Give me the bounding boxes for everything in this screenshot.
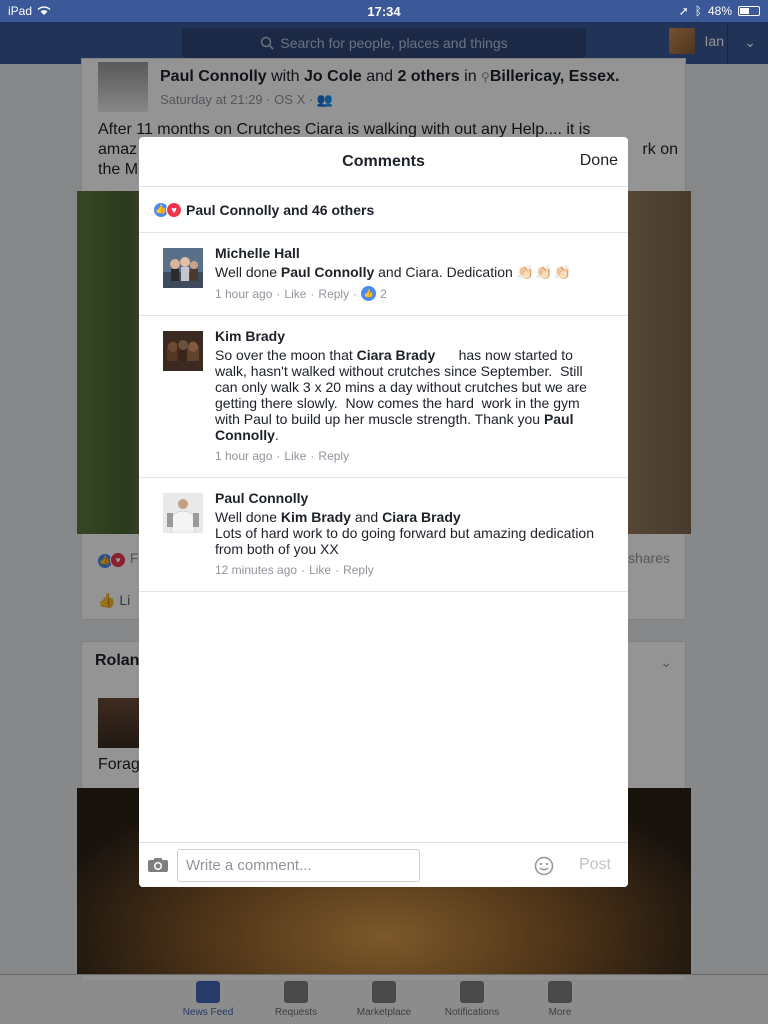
- comment-item: Paul Connolly Well done Kim Brady and Ci…: [139, 478, 628, 592]
- comment-meta: 1 hour ago · Like · Reply · 👍 2: [215, 286, 604, 301]
- avatar[interactable]: [163, 248, 203, 288]
- comment-time[interactable]: 12 minutes ago: [215, 563, 297, 577]
- meta-separator: ·: [310, 286, 315, 301]
- comment-like-button[interactable]: Like: [284, 449, 306, 463]
- mention[interactable]: Paul Connolly: [281, 264, 374, 280]
- location-arrow-icon: ➚: [678, 4, 689, 18]
- comment-like-count[interactable]: 2: [380, 287, 387, 301]
- mention[interactable]: Kim Brady: [281, 509, 351, 525]
- comment-reply-button[interactable]: Reply: [343, 563, 374, 577]
- comment-text: So over the moon that Ciara Brady has no…: [215, 347, 604, 443]
- comment-item: Michelle Hall Well done Paul Connolly an…: [139, 233, 628, 316]
- meta-separator: ·: [276, 449, 281, 463]
- bluetooth-icon: ᛒ: [694, 4, 702, 18]
- comment-author[interactable]: Kim Brady: [215, 328, 604, 344]
- reactions-summary-text: Paul Connolly and 46 others: [186, 201, 375, 218]
- mention[interactable]: Ciara Brady: [382, 509, 461, 525]
- avatar[interactable]: [163, 331, 203, 371]
- comments-modal: Comments Done 👍 ♥ Paul Connolly and 46 o…: [139, 137, 628, 887]
- comment-reply-button[interactable]: Reply: [318, 449, 349, 463]
- status-bar: iPad 17:34 ➚ ᛒ 48%: [0, 0, 768, 22]
- done-button[interactable]: Done: [580, 152, 618, 170]
- meta-separator: ·: [335, 563, 340, 577]
- comment-composer: Post: [139, 842, 628, 887]
- battery-icon: [738, 6, 760, 16]
- wifi-icon: [37, 6, 51, 15]
- device-label: iPad: [8, 4, 33, 18]
- post-button[interactable]: Post: [570, 856, 620, 874]
- smiley-icon[interactable]: [534, 856, 554, 876]
- reactions-summary[interactable]: 👍 ♥ Paul Connolly and 46 others: [139, 187, 628, 233]
- meta-separator: ·: [301, 563, 306, 577]
- comment-author[interactable]: Paul Connolly: [215, 490, 604, 506]
- clapping-hands-icon: 👏🏻👏🏻👏🏻: [516, 264, 572, 280]
- meta-separator: ·: [353, 286, 358, 301]
- modal-header: Comments Done: [139, 137, 628, 187]
- comment-reply-button[interactable]: Reply: [318, 287, 349, 301]
- comment-time[interactable]: 1 hour ago: [215, 287, 272, 301]
- comment-author[interactable]: Michelle Hall: [215, 245, 604, 261]
- comment-like-button[interactable]: Like: [309, 563, 331, 577]
- modal-title: Comments: [342, 152, 425, 170]
- comment-meta: 12 minutes ago · Like · Reply: [215, 563, 604, 577]
- comment-text-line: Lots of hard work to do going forward bu…: [215, 525, 595, 557]
- love-reaction-icon: ♥: [166, 201, 182, 218]
- clock: 17:34: [367, 3, 401, 19]
- camera-icon[interactable]: [147, 857, 169, 873]
- meta-separator: ·: [310, 449, 315, 463]
- meta-separator: ·: [276, 286, 281, 301]
- comment-input[interactable]: [177, 848, 420, 882]
- comment-time[interactable]: 1 hour ago: [215, 449, 272, 463]
- comment-text: Well done Paul Connolly and Ciara. Dedic…: [215, 264, 604, 280]
- comment-text-fragment: .: [274, 427, 279, 443]
- comment-text-fragment: and: [350, 509, 383, 525]
- comment-text-fragment: So over the moon that: [215, 347, 357, 363]
- comment-text: Well done Kim Brady and Ciara Brady Lots…: [215, 509, 604, 557]
- comment-input-wrapper: [177, 848, 562, 882]
- comment-item: Kim Brady So over the moon that Ciara Br…: [139, 316, 628, 478]
- comment-text-fragment: and Ciara. Dedication: [374, 264, 517, 280]
- battery-percent: 48%: [707, 4, 732, 18]
- comment-like-button[interactable]: Like: [284, 287, 306, 301]
- comment-text-fragment: Well done: [215, 509, 281, 525]
- comment-text-fragment: Well done: [215, 264, 281, 280]
- reaction-icons: 👍 ♥: [153, 201, 182, 218]
- comment-meta: 1 hour ago · Like · Reply: [215, 449, 604, 463]
- avatar[interactable]: [163, 493, 203, 533]
- mention[interactable]: Ciara Brady: [357, 347, 436, 363]
- like-reaction-icon: 👍: [361, 286, 377, 301]
